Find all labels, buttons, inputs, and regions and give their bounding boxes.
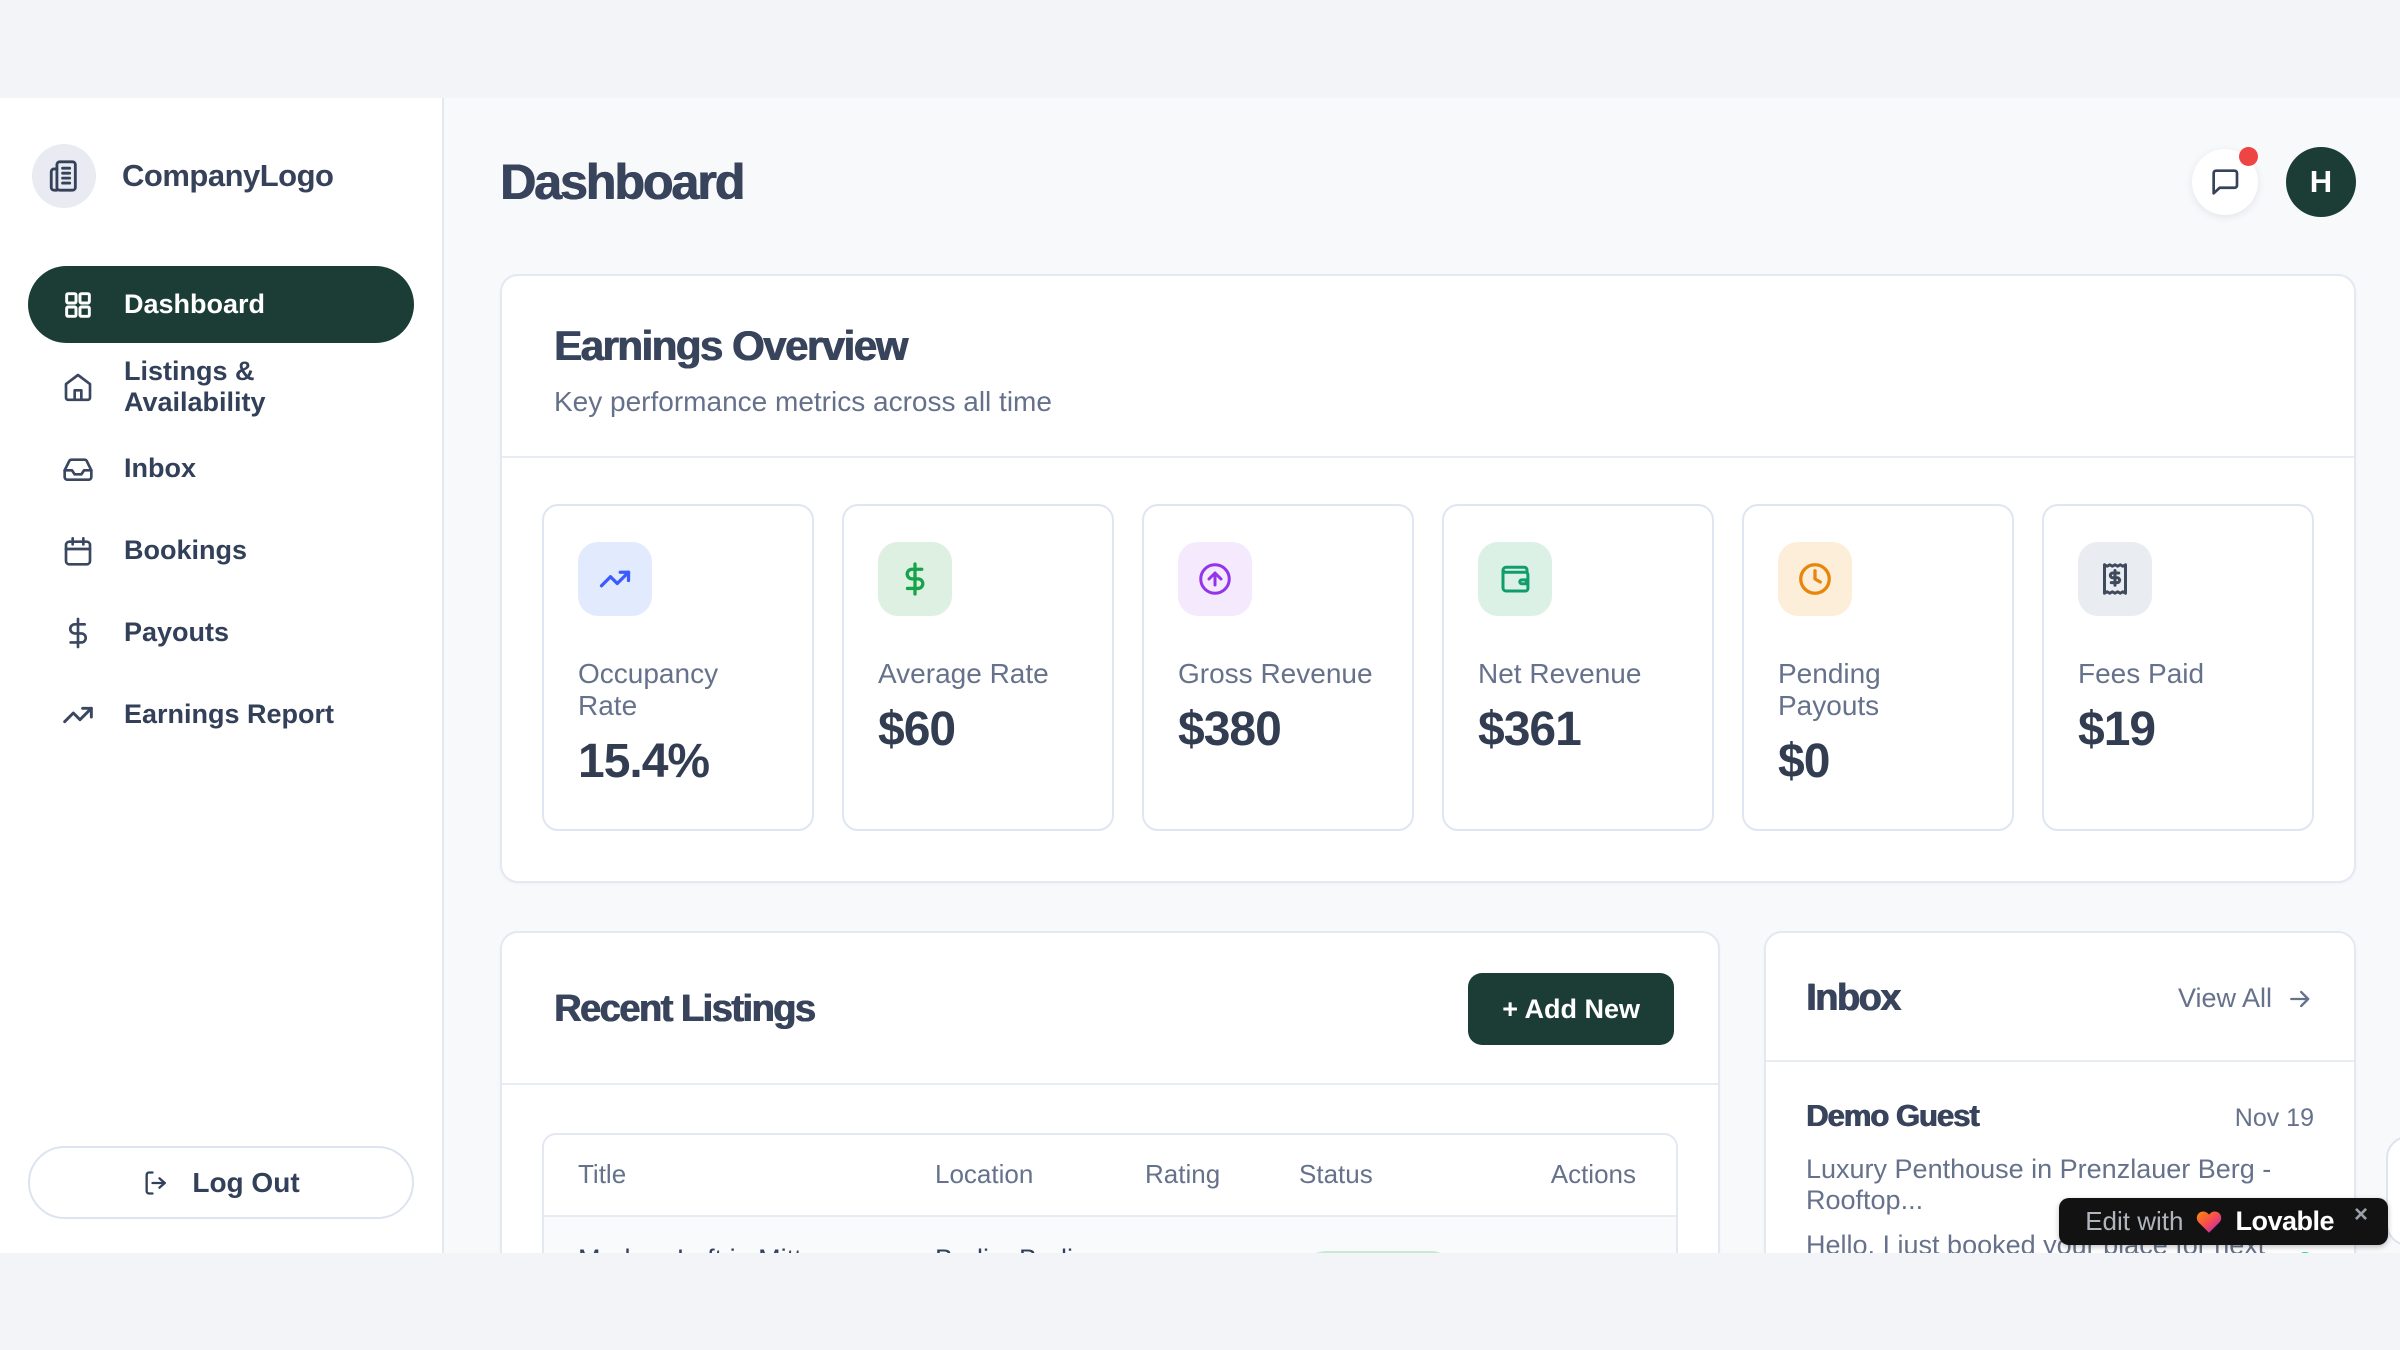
topbar: Dashboard H [500,136,2356,228]
close-icon[interactable]: × [2354,1198,2368,1232]
metric-value: 15.4% [578,734,778,789]
column-header-title: Title [578,1156,935,1194]
page-title: Dashboard [500,153,743,211]
edge-scroll-pill [2386,1136,2400,1246]
column-header-location: Location [935,1156,1145,1194]
listings-title: Recent Listings [554,988,814,1031]
sidebar-item-listings[interactable]: Listings & Availability [28,348,414,425]
listing-location: Berlin, Berlin, Germany [935,1240,1145,1253]
trending-up-icon [578,542,652,616]
listings-table: Title Location Rating Status Actions Mod… [542,1133,1678,1253]
sidebar-item-earnings-report[interactable]: Earnings Report [28,676,414,753]
metric-value: $60 [878,702,1078,757]
main-content: Dashboard H Earnings Overview [444,98,2400,1253]
chat-bubble-icon [2209,166,2241,198]
sidebar-item-label: Bookings [124,535,247,566]
metric-label: Pending Payouts [1778,658,1978,722]
sidebar-item-bookings[interactable]: Bookings [28,512,414,589]
message-date: Nov 19 [2235,1104,2314,1133]
metric-value: $19 [2078,702,2278,757]
metric-label: Net Revenue [1478,658,1678,690]
logout-button[interactable]: Log Out [28,1146,414,1219]
logout-icon [142,1169,170,1197]
brand-name: CompanyLogo [122,158,334,194]
earnings-title: Earnings Overview [554,322,2302,370]
home-icon [62,371,94,403]
listings-header: Recent Listings + Add New [502,933,1718,1085]
sidebar-item-label: Dashboard [124,289,265,320]
sidebar-item-inbox[interactable]: Inbox [28,430,414,507]
inbox-header: Inbox View All [1766,933,2354,1062]
earnings-subtitle: Key performance metrics across all time [554,386,2302,418]
sidebar-item-dashboard[interactable]: Dashboard [28,266,414,343]
lovable-prefix: Edit with [2085,1206,2183,1237]
column-header-actions: Actions [1509,1156,1642,1194]
topbar-actions: H [2192,147,2356,217]
unread-dot [2296,1252,2314,1253]
metric-gross-revenue: Gross Revenue $380 [1142,504,1414,831]
metric-pending-payouts: Pending Payouts $0 [1742,504,2014,831]
metric-label: Fees Paid [2078,658,2278,690]
avatar[interactable]: H [2286,147,2356,217]
avatar-initial: H [2310,164,2332,200]
wallet-icon [1478,542,1552,616]
lovable-badge[interactable]: Edit with Lovable × [2059,1198,2388,1245]
earnings-header: Earnings Overview Key performance metric… [502,276,2354,458]
sidebar-item-label: Listings & Availability [124,356,380,418]
sidebar: CompanyLogo Dashboard [0,98,444,1253]
status-badge: Approved [1299,1251,1458,1253]
lovable-brand: Lovable [2235,1206,2334,1237]
metric-fees-paid: Fees Paid $19 [2042,504,2314,831]
sidebar-item-label: Inbox [124,453,196,484]
message-sender: Demo Guest [1806,1098,1979,1134]
earnings-overview-card: Earnings Overview Key performance metric… [500,274,2356,883]
arrow-right-icon [2286,985,2314,1013]
table-header-row: Title Location Rating Status Actions [544,1135,1676,1217]
metric-label: Gross Revenue [1178,658,1378,690]
listing-title: Modern Loft in Mitte - Industrial Chic [578,1240,935,1253]
sidebar-item-payouts[interactable]: Payouts [28,594,414,671]
add-new-button[interactable]: + Add New [1468,973,1674,1045]
table-row[interactable]: Modern Loft in Mitte - Industrial Chic B… [544,1217,1676,1253]
sidebar-item-label: Payouts [124,617,229,648]
recent-listings-card: Recent Listings + Add New Title Location… [500,931,1720,1253]
brand-logo: CompanyLogo [28,144,414,208]
column-header-rating: Rating [1145,1156,1299,1194]
view-all-label: View All [2178,983,2272,1014]
trending-up-icon [62,699,94,731]
chat-button[interactable] [2192,149,2258,215]
arrow-up-circle-icon [1178,542,1252,616]
app-viewport: CompanyLogo Dashboard [0,98,2400,1253]
dollar-icon [878,542,952,616]
metrics-row: Occupancy Rate 15.4% Average Rate $60 [502,458,2354,881]
heart-icon [2195,1208,2223,1236]
column-header-status: Status [1299,1156,1509,1194]
metric-occupancy-rate: Occupancy Rate 15.4% [542,504,814,831]
listing-status: Approved [1299,1251,1509,1253]
view-all-link[interactable]: View All [2178,983,2314,1014]
clock-icon [1778,542,1852,616]
metric-value: $361 [1478,702,1678,757]
metric-label: Occupancy Rate [578,658,778,722]
metric-value: $380 [1178,702,1378,757]
metric-value: $0 [1778,734,1978,789]
metric-average-rate: Average Rate $60 [842,504,1114,831]
logout-label: Log Out [192,1167,299,1199]
inbox-icon [62,453,94,485]
notification-dot [2239,147,2258,166]
metric-label: Average Rate [878,658,1078,690]
metric-net-revenue: Net Revenue $361 [1442,504,1714,831]
receipt-icon [2078,542,2152,616]
sidebar-item-label: Earnings Report [124,699,334,730]
grid-icon [62,289,94,321]
dollar-icon [62,617,94,649]
sidebar-nav: Dashboard Listings & Availability [28,266,414,753]
building-icon [32,144,96,208]
inbox-title: Inbox [1806,977,1900,1020]
calendar-icon [62,535,94,567]
